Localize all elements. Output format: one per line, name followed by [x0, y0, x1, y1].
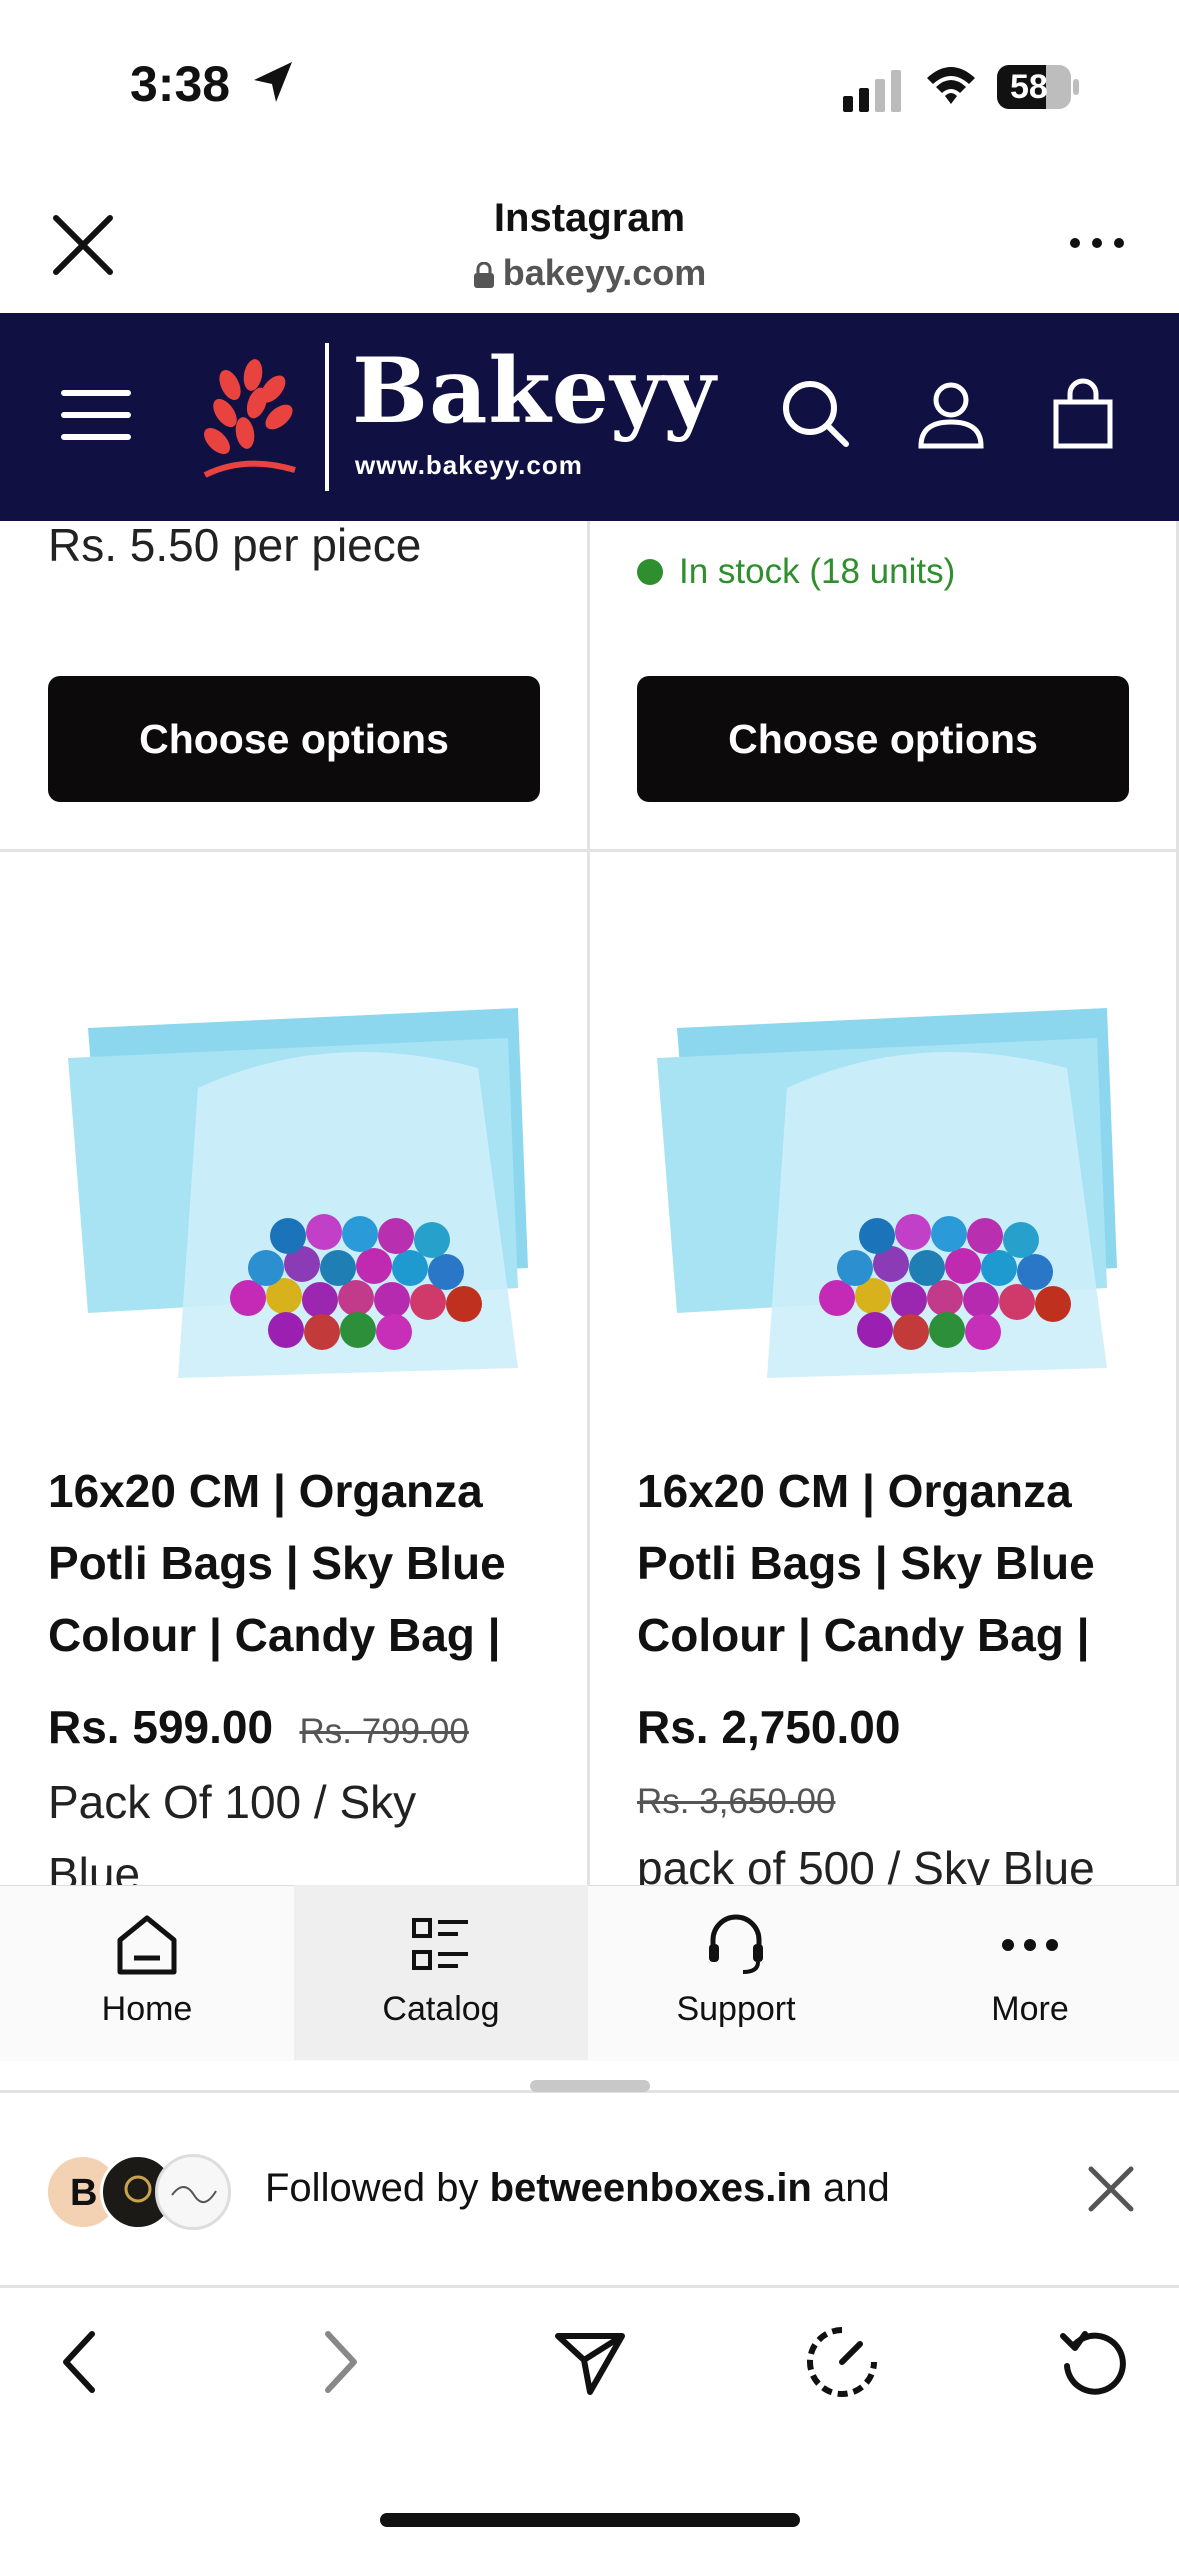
tab-home[interactable]: Home — [0, 1885, 294, 2060]
site-logo-text[interactable]: Bakeyy — [352, 338, 717, 444]
followed-prefix: Followed by — [265, 2166, 490, 2210]
product-image[interactable] — [48, 968, 540, 1388]
logo-divider — [325, 343, 329, 491]
browser-title: Instagram — [493, 196, 686, 240]
site-logo-url: www.bakeyy.com — [355, 450, 583, 480]
choose-options-button[interactable]: Choose options — [48, 676, 540, 802]
more-options-icon[interactable] — [1060, 222, 1134, 264]
back-icon[interactable] — [42, 2322, 122, 2402]
account-icon[interactable] — [915, 378, 987, 450]
product-title-line: Potli Bags | Sky Blue — [48, 1537, 506, 1589]
choose-options-button[interactable]: Choose options — [637, 676, 1129, 802]
home-icon — [117, 1915, 177, 1975]
variant-line: Pack Of 100 / Sky — [48, 1776, 417, 1828]
domain-text: bakeyy.com — [502, 252, 707, 293]
tab-more[interactable]: More — [883, 1885, 1177, 2060]
tab-support[interactable]: Support — [589, 1885, 883, 2060]
grid-divider — [0, 849, 1179, 852]
followed-by-text: Followed by betweenboxes.in and — [265, 2166, 890, 2211]
forward-icon[interactable] — [298, 2322, 378, 2402]
battery-level: 58 — [1010, 68, 1048, 106]
tab-label: Support — [676, 1990, 796, 2028]
product-title-line: 16x20 CM | Organza — [637, 1465, 1072, 1517]
sheet-drag-handle[interactable] — [530, 2080, 650, 2092]
in-stock-dot — [637, 559, 663, 585]
stock-status: In stock (18 units) — [637, 552, 955, 592]
grid-divider — [587, 521, 590, 1885]
headset-icon — [709, 1914, 763, 1974]
more-icon — [1002, 1939, 1058, 1951]
location-arrow-icon — [254, 62, 292, 102]
follower-avatar — [155, 2154, 231, 2230]
menu-icon[interactable] — [60, 385, 132, 445]
followed-account: betweenboxes.in — [489, 2166, 812, 2210]
product-title[interactable]: 16x20 CM | Organza Potli Bags | Sky Blue… — [48, 1455, 548, 1671]
speed-gauge-icon[interactable] — [802, 2322, 882, 2402]
sale-price: Rs. 599.00 — [48, 1701, 274, 1753]
close-icon[interactable] — [1085, 2163, 1137, 2215]
cart-bag-icon[interactable] — [1050, 378, 1116, 450]
share-send-icon[interactable] — [550, 2322, 630, 2402]
followed-suffix: and — [811, 2166, 890, 2210]
price-row: Rs. 599.00 Rs. 799.00 — [48, 1700, 469, 1754]
tab-label: Home — [101, 1990, 193, 2028]
svg-text:B: B — [70, 2172, 97, 2214]
tab-catalog[interactable]: Catalog — [294, 1885, 588, 2060]
battery-indicator: 58 — [996, 64, 1080, 110]
product-image[interactable] — [637, 968, 1129, 1388]
browser-domain: bakeyy.com — [0, 252, 1179, 294]
home-indicator[interactable] — [380, 2513, 800, 2527]
reload-icon[interactable] — [1055, 2322, 1135, 2402]
original-price: Rs. 3,650.00 — [637, 1782, 836, 1821]
product-title-line: 16x20 CM | Organza — [48, 1465, 483, 1517]
tab-label: Catalog — [382, 1990, 500, 2028]
unit-price-text: Rs. 5.50 per piece — [48, 519, 422, 571]
original-price: Rs. 799.00 — [299, 1712, 469, 1751]
sale-price: Rs. 2,750.00 — [637, 1701, 901, 1753]
avatar-logo-icon — [171, 2186, 217, 2203]
product-title-line: Colour | Candy Bag | — [48, 1609, 501, 1661]
toolbar-divider — [0, 2285, 1179, 2288]
product-title-line: Potli Bags | Sky Blue — [637, 1537, 1095, 1589]
status-time: 3:38 — [130, 56, 231, 112]
wifi-icon — [927, 67, 975, 104]
product-title[interactable]: 16x20 CM | Organza Potli Bags | Sky Blue… — [637, 1455, 1137, 1671]
cellular-signal-icon — [843, 70, 901, 112]
stock-label: In stock (18 units) — [679, 552, 956, 591]
tab-label: More — [991, 1990, 1069, 2028]
catalog-icon — [412, 1918, 468, 1970]
search-icon[interactable] — [780, 378, 852, 450]
wheat-logo-icon[interactable] — [195, 345, 305, 485]
product-title-line: Colour | Candy Bag | — [637, 1609, 1090, 1661]
lock-icon — [473, 262, 494, 288]
